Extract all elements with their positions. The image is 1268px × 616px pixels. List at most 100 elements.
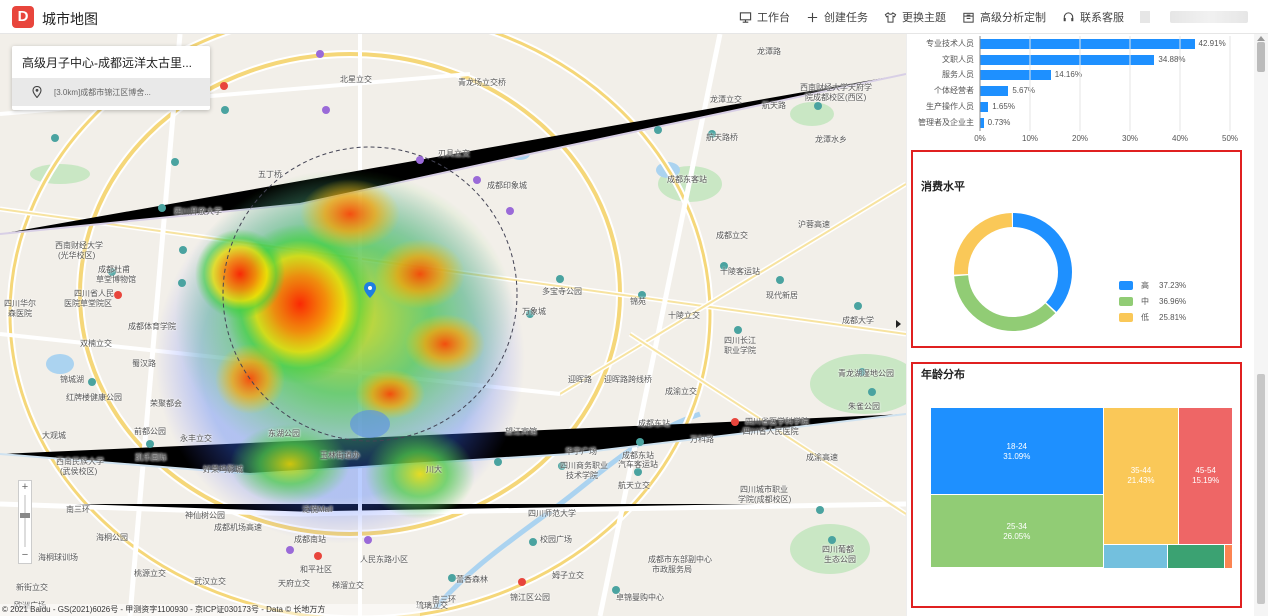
- treemap-cell[interactable]: 45-54 15.19%: [1179, 408, 1232, 544]
- map-place-label[interactable]: 泛悦Mall: [302, 504, 333, 515]
- map-place-label[interactable]: 成都东客站: [667, 174, 707, 185]
- nav-advanced-analysis[interactable]: 高级分析定制: [962, 9, 1046, 25]
- user-name-blurred[interactable]: [1170, 11, 1248, 23]
- map-place-label[interactable]: 万科路: [690, 434, 714, 445]
- panel-scrollbar[interactable]: [1254, 34, 1268, 616]
- zoom-in-button[interactable]: +: [19, 481, 31, 493]
- map-place-label[interactable]: 成都南站: [294, 534, 326, 545]
- map-place-label[interactable]: 职业学院: [724, 345, 756, 356]
- map-place-label[interactable]: 航天路: [762, 100, 786, 111]
- map-place-label[interactable]: 沪蓉高速: [798, 219, 830, 230]
- poi-search-card[interactable]: 高级月子中心-成都远洋太古里... [3.0km]成都市锦江区博舍...: [12, 46, 210, 110]
- zoom-slider-thumb[interactable]: [20, 513, 30, 518]
- map-place-label[interactable]: 青龙场立交桥: [458, 77, 506, 88]
- map-place-label[interactable]: 现代新居: [766, 290, 798, 301]
- treemap-cell[interactable]: 18-24 31.09%: [931, 408, 1103, 495]
- map-place-label[interactable]: 荣聚都会: [150, 398, 182, 409]
- map-place-label[interactable]: 海桐公园: [96, 532, 128, 543]
- nav-contact-support[interactable]: 联系客服: [1062, 9, 1124, 25]
- map-place-label[interactable]: 四川师范大学: [528, 508, 576, 519]
- map-place-label[interactable]: ·四川省人民医院: [740, 426, 799, 437]
- map-place-label[interactable]: 迎晖路: [568, 374, 592, 385]
- map-place-label[interactable]: 技术学院: [566, 470, 598, 481]
- map-place-label[interactable]: 武汉立交: [194, 576, 226, 587]
- poi-nearby-item[interactable]: [3.0km]成都市锦江区博舍...: [12, 78, 210, 106]
- nav-create-task[interactable]: 创建任务: [806, 9, 868, 25]
- map-place-label[interactable]: 北星立交: [340, 74, 372, 85]
- map-place-label[interactable]: 神仙树公园: [185, 510, 225, 521]
- map-place-label[interactable]: 蜀汉路: [132, 358, 156, 369]
- map-place-label[interactable]: (光华校区): [58, 250, 95, 261]
- avatar[interactable]: [1140, 11, 1150, 23]
- nav-workbench[interactable]: 工作台: [739, 9, 790, 25]
- map-place-label[interactable]: 和平社区: [300, 564, 332, 575]
- map-place-label[interactable]: 川大: [426, 464, 442, 475]
- map-place-label[interactable]: 市政服务局: [652, 564, 692, 575]
- treemap-cell[interactable]: 35-44 21.43%: [1103, 408, 1179, 544]
- map-place-label[interactable]: 南三环: [66, 504, 90, 515]
- scroll-track-area[interactable]: [1257, 374, 1265, 604]
- map-place-label[interactable]: 成都机场高速: [214, 522, 262, 533]
- treemap-cell-small[interactable]: [1103, 544, 1168, 568]
- map-place-label[interactable]: 成都东站: [638, 418, 670, 429]
- map-place-label[interactable]: 玉林街道办: [320, 450, 360, 461]
- map-place-label[interactable]: 桃源立交: [134, 568, 166, 579]
- map-place-label[interactable]: 成都印象城: [487, 180, 527, 191]
- map-place-label[interactable]: 十陵客运站: [720, 266, 760, 277]
- map-place-label[interactable]: 海桐球训场: [38, 552, 78, 563]
- map-place-label[interactable]: 迎晖路跨线桥: [604, 374, 652, 385]
- map-place-label[interactable]: 汽车客运站: [618, 459, 658, 470]
- map-place-label[interactable]: 天府立交: [278, 578, 310, 589]
- map-place-label[interactable]: 草堂博物馆: [96, 274, 136, 285]
- map-place-label[interactable]: 人民东路小区: [360, 554, 408, 565]
- panel-toggle-arrow-icon[interactable]: [896, 320, 901, 328]
- map-place-label[interactable]: 红牌楼健康公园: [66, 392, 122, 403]
- map-place-label[interactable]: 锦城湖: [60, 374, 84, 385]
- map-place-label[interactable]: 双楠立交: [80, 338, 112, 349]
- map-place-label[interactable]: 龙潭水乡: [815, 134, 847, 145]
- map-place-label[interactable]: 四川开放大学: [174, 206, 222, 217]
- zoom-control[interactable]: + −: [18, 480, 32, 564]
- map-place-label[interactable]: 卓锦曼购中心: [616, 592, 664, 603]
- map-place-label[interactable]: 成渝高速: [806, 452, 838, 463]
- map-place-label[interactable]: 青龙湖湿地公园: [838, 368, 894, 379]
- map-place-label[interactable]: 望江宾馆: [505, 426, 537, 437]
- treemap-cell-small[interactable]: [1168, 544, 1225, 568]
- map-place-label[interactable]: 前都公园: [134, 426, 166, 437]
- map-place-label[interactable]: 琉璃立交: [416, 600, 448, 611]
- legend-item[interactable]: 高 37.23%: [1119, 280, 1186, 291]
- map-place-label[interactable]: 校园广场: [540, 534, 572, 545]
- scroll-up-icon[interactable]: [1257, 36, 1265, 41]
- legend-item[interactable]: 中 36.96%: [1119, 296, 1186, 307]
- map-place-label[interactable]: 蕾香森林: [456, 574, 488, 585]
- map-place-label[interactable]: 生态公园: [824, 554, 856, 565]
- map-place-label[interactable]: 成都立交: [716, 230, 748, 241]
- map-place-label[interactable]: 成渝立交: [665, 386, 697, 397]
- app-logo[interactable]: D: [12, 6, 34, 28]
- map-place-label[interactable]: 大观城: [42, 430, 66, 441]
- map-place-label[interactable]: 朱雀公园: [848, 401, 880, 412]
- treemap-cell-small[interactable]: [1225, 544, 1232, 568]
- map-place-label[interactable]: 十陵立交: [668, 310, 700, 321]
- map-place-label[interactable]: 森医院: [8, 308, 32, 319]
- map-place-label[interactable]: 锦江区公园: [510, 592, 550, 603]
- map-place-label[interactable]: 永丰立交: [180, 433, 212, 444]
- city-map[interactable]: 北星立交 青龙场立交桥 龙潭路 龙潭立交 西南财经大学天府学 院成都校区(西区) 航天路 航天…: [0, 34, 906, 616]
- map-place-label[interactable]: 多宝寺公园: [542, 286, 582, 297]
- map-place-label[interactable]: 姆子立交: [552, 570, 584, 581]
- map-place-label[interactable]: 航天路桥: [706, 132, 738, 143]
- map-place-label[interactable]: 锦苑: [630, 296, 646, 307]
- scroll-thumb[interactable]: [1257, 42, 1265, 72]
- legend-item[interactable]: 低 25.81%: [1119, 312, 1186, 323]
- map-place-label[interactable]: 院成都校区(西区): [805, 92, 866, 103]
- map-place-label[interactable]: 梯溜立交: [332, 580, 364, 591]
- treemap-cell[interactable]: 25-34 26.05%: [931, 495, 1103, 567]
- poi-title[interactable]: 高级月子中心-成都远洋太古里...: [22, 54, 202, 71]
- map-place-label[interactable]: 龙潭立交: [710, 94, 742, 105]
- map-place-label[interactable]: 凯乐国际: [135, 452, 167, 463]
- map-place-label[interactable]: 龙潭路: [757, 46, 781, 57]
- map-place-label[interactable]: (武侯校区): [60, 466, 97, 477]
- zoom-out-button[interactable]: −: [19, 549, 31, 561]
- map-place-label[interactable]: 航天立交: [618, 480, 650, 491]
- map-place-label[interactable]: 医院草堂院区: [64, 298, 112, 309]
